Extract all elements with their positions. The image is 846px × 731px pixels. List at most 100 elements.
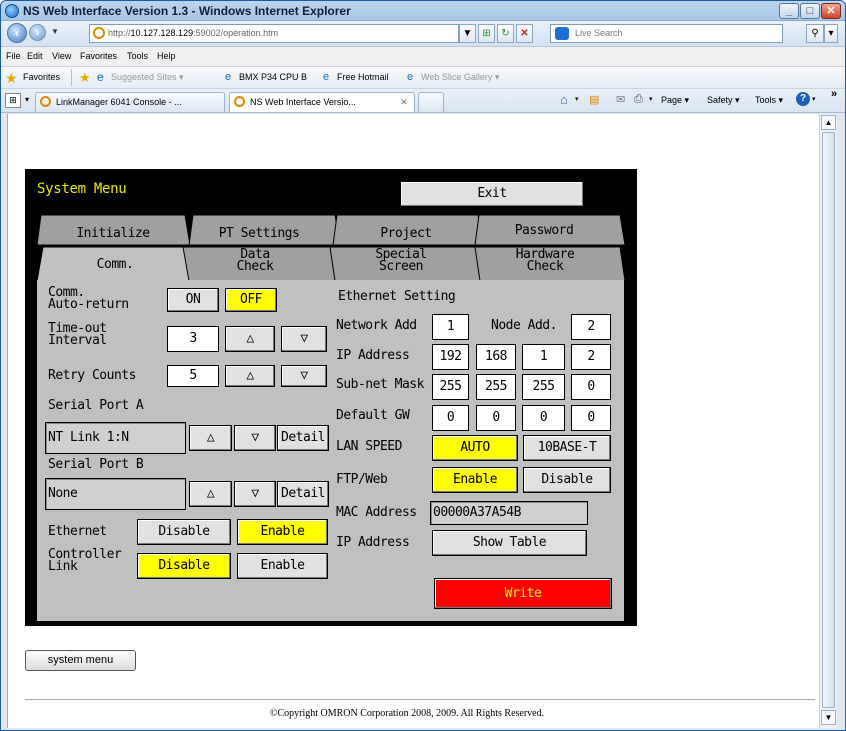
retry-down-button[interactable]: ▽ xyxy=(281,365,327,387)
auto-return-off-button[interactable]: OFF xyxy=(225,288,277,312)
address-dropdown-icon[interactable]: ▼ xyxy=(459,24,476,43)
timeout-down-button[interactable]: ▽ xyxy=(281,326,327,352)
stop-icon[interactable]: ✕ xyxy=(516,24,533,43)
page-power-icon xyxy=(40,96,51,107)
refresh-icon[interactable]: ↻ xyxy=(497,24,514,43)
menu-view[interactable]: View xyxy=(52,51,71,61)
menu-help[interactable]: Help xyxy=(157,51,176,61)
ip-octet-1[interactable]: 192 xyxy=(432,344,469,370)
serial-a-up-button[interactable]: △ xyxy=(189,425,232,451)
forward-button[interactable]: › xyxy=(29,24,46,41)
menu-file[interactable]: File xyxy=(6,51,21,61)
serial-b-up-button[interactable]: △ xyxy=(189,481,232,507)
ethernet-disable-button[interactable]: Disable xyxy=(137,519,231,545)
node-add-field[interactable]: 2 xyxy=(571,314,611,340)
feeds-icon[interactable]: ▤ xyxy=(589,93,599,106)
ie-page-icon: e xyxy=(97,70,104,84)
gw-octet-4[interactable]: 0 xyxy=(571,405,611,431)
search-options-icon[interactable]: ▾ xyxy=(824,24,838,43)
ie-page-icon: e xyxy=(323,71,330,83)
ip-octet-2[interactable]: 168 xyxy=(476,344,516,370)
help-dropdown-icon[interactable]: ▾ xyxy=(812,95,816,103)
quick-tabs-icon[interactable]: ⊞ xyxy=(5,93,21,108)
menu-edit[interactable]: Edit xyxy=(27,51,43,61)
minimize-button[interactable]: _ xyxy=(779,3,799,19)
ftp-enable-button[interactable]: Enable xyxy=(432,467,518,493)
home-dropdown-icon[interactable]: ▾ xyxy=(575,95,579,103)
back-button[interactable]: ‹ xyxy=(7,23,27,43)
serial-b-down-button[interactable]: ▽ xyxy=(234,481,276,507)
timeout-interval-field[interactable]: 3 xyxy=(167,326,219,352)
serial-a-detail-button[interactable]: Detail xyxy=(277,425,329,451)
help-icon[interactable]: ? xyxy=(796,92,810,106)
compatibility-view-icon[interactable]: ⊞ xyxy=(478,24,495,43)
ethernet-enable-button[interactable]: Enable xyxy=(237,519,328,545)
fav-bmx-p34[interactable]: BMX P34 CPU B xyxy=(239,72,307,82)
tab-ns-web-interface[interactable]: NS Web Interface Versio... ✕ xyxy=(229,92,415,112)
subnet-octet-3[interactable]: 255 xyxy=(522,374,565,400)
favorites-button[interactable]: Favorites xyxy=(23,72,60,82)
subnet-octet-1[interactable]: 255 xyxy=(432,374,469,400)
subnet-octet-2[interactable]: 255 xyxy=(476,374,516,400)
print-icon[interactable]: ⎙ xyxy=(634,93,643,106)
fav-free-hotmail[interactable]: Free Hotmail xyxy=(337,72,389,82)
network-add-label: Network Add xyxy=(336,318,417,333)
close-tab-icon[interactable]: ✕ xyxy=(400,93,408,111)
timeout-interval-label: Time-out Interval xyxy=(48,321,107,348)
search-button-icon[interactable]: ⚲ xyxy=(806,24,824,43)
ftp-disable-button[interactable]: Disable xyxy=(523,467,611,493)
safety-menu[interactable]: Safety ▾ xyxy=(707,95,740,106)
page-menu[interactable]: Page ▾ xyxy=(661,95,689,106)
title-bar: NS Web Interface Version 1.3 - Windows I… xyxy=(1,1,845,21)
tools-menu[interactable]: Tools ▾ xyxy=(755,95,783,106)
address-input[interactable]: http://10.127.128.129:59002/operation.ht… xyxy=(89,24,459,43)
scroll-down-icon[interactable]: ▼ xyxy=(821,710,836,725)
gw-octet-2[interactable]: 0 xyxy=(476,405,516,431)
add-favorite-icon[interactable]: ★ xyxy=(79,70,91,86)
gw-octet-1[interactable]: 0 xyxy=(432,405,469,431)
new-tab-button[interactable] xyxy=(418,92,444,112)
controller-link-disable-button[interactable]: Disable xyxy=(137,553,231,579)
subnet-octet-4[interactable]: 0 xyxy=(571,374,611,400)
ip-octet-4[interactable]: 2 xyxy=(571,344,611,370)
mac-address-field: 00000A37A54B xyxy=(430,501,588,525)
gw-octet-3[interactable]: 0 xyxy=(522,405,565,431)
more-tools-chevron-icon[interactable]: » xyxy=(831,88,837,100)
system-menu-button[interactable]: system menu xyxy=(25,650,136,671)
close-window-button[interactable]: ✕ xyxy=(821,3,841,19)
home-icon[interactable]: ⌂ xyxy=(560,92,568,107)
auto-return-on-button[interactable]: ON xyxy=(167,288,219,312)
show-table-button[interactable]: Show Table xyxy=(432,530,587,556)
read-mail-icon[interactable]: ✉ xyxy=(616,93,625,106)
ethernet-setting-title: Ethernet Setting xyxy=(338,289,456,304)
scroll-up-icon[interactable]: ▲ xyxy=(821,115,836,130)
tab-linkmanager[interactable]: LinkManager 6041 Console - ... xyxy=(35,92,225,112)
timeout-up-button[interactable]: △ xyxy=(225,326,275,352)
exit-button[interactable]: Exit xyxy=(400,181,584,207)
fav-suggested-sites[interactable]: Suggested Sites ▾ xyxy=(111,72,184,83)
tab-list-icon[interactable]: ▾ xyxy=(25,95,29,104)
lan-10base-t-button[interactable]: 10BASE-T xyxy=(523,435,611,461)
retry-up-button[interactable]: △ xyxy=(225,365,275,387)
ie-page-icon: e xyxy=(407,71,414,83)
ip-octet-3[interactable]: 1 xyxy=(522,344,565,370)
scroll-thumb[interactable] xyxy=(822,132,835,708)
serial-a-down-button[interactable]: ▽ xyxy=(234,425,276,451)
menu-tools[interactable]: Tools xyxy=(127,51,148,61)
network-add-field[interactable]: 1 xyxy=(432,314,469,340)
lan-speed-label: LAN SPEED xyxy=(336,439,402,454)
menu-favorites[interactable]: Favorites xyxy=(80,51,117,61)
serial-b-detail-button[interactable]: Detail xyxy=(277,481,329,507)
fav-web-slice-gallery[interactable]: Web Slice Gallery ▾ xyxy=(421,72,499,83)
ip-address-table-label: IP Address xyxy=(336,535,410,550)
controller-link-enable-button[interactable]: Enable xyxy=(237,553,328,579)
retry-counts-field[interactable]: 5 xyxy=(167,365,219,387)
search-input[interactable]: Live Search xyxy=(550,24,783,43)
lan-auto-button[interactable]: AUTO xyxy=(432,435,518,461)
recent-pages-icon[interactable]: ▼ xyxy=(51,27,59,36)
subnet-mask-label: Sub-net Mask xyxy=(336,377,424,392)
maximize-button[interactable]: □ xyxy=(800,3,820,19)
print-dropdown-icon[interactable]: ▾ xyxy=(649,95,653,103)
write-button[interactable]: Write xyxy=(434,578,612,609)
vertical-scrollbar[interactable]: ▲ ▼ xyxy=(819,114,837,728)
